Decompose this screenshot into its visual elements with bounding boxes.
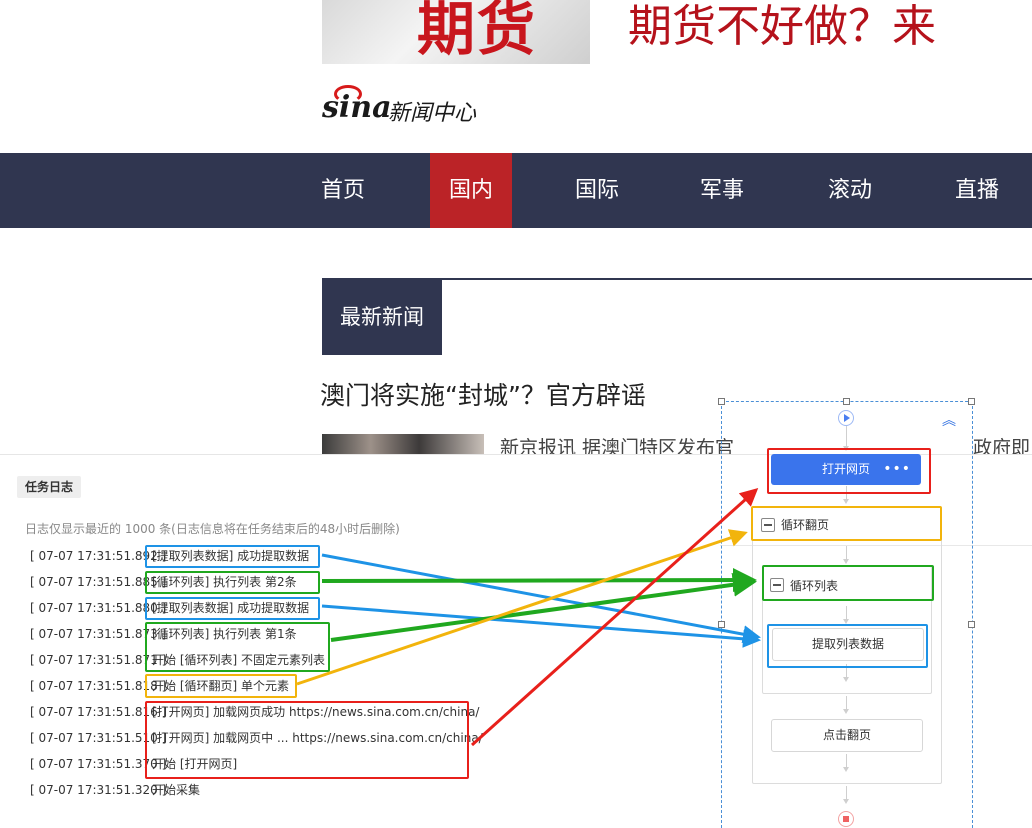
arrow-red (470, 487, 759, 747)
arrow-green-1 (321, 568, 757, 593)
annotation-arrows (296, 487, 761, 747)
arrow-blue-1 (321, 553, 761, 644)
